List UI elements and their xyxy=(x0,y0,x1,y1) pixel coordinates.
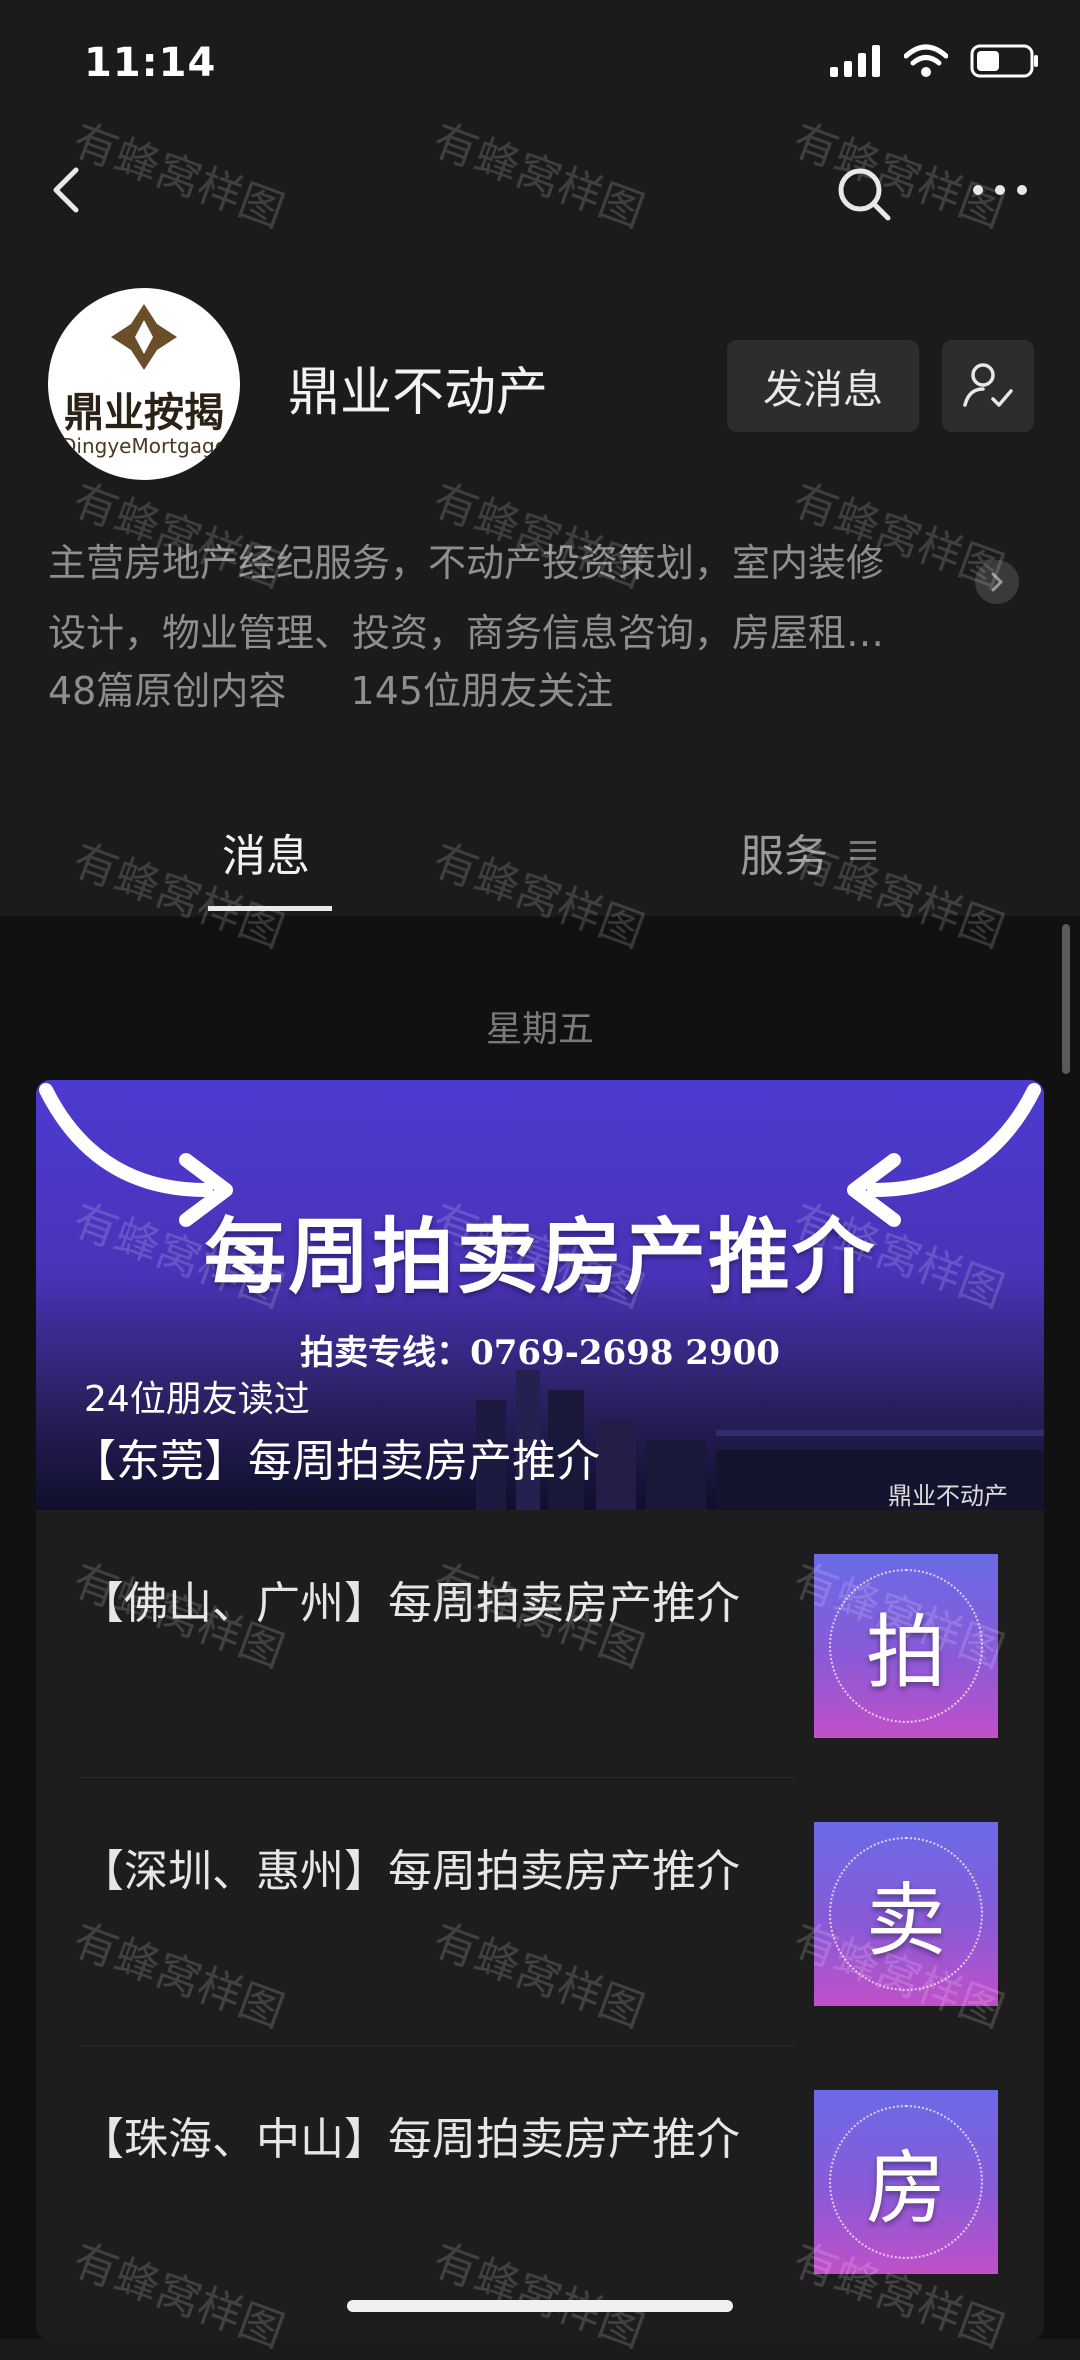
banner-phone: 拍卖专线：0769-2698 2900 xyxy=(300,1333,780,1373)
account-name: 鼎业不动产 xyxy=(288,363,549,423)
avatar[interactable]: 鼎业按揭 DingyeMortgage xyxy=(48,288,240,480)
thumbnail-char: 房 xyxy=(829,2105,983,2259)
status-icons xyxy=(830,44,1040,78)
avatar-cn-text: 鼎业按揭 xyxy=(64,390,224,436)
banner-source-watermark: 鼎业不动产 xyxy=(888,1482,1008,1510)
banner-article[interactable]: 每周拍卖房产推介 拍卖专线：0769-2698 2900 24位朋友读过 【东莞… xyxy=(36,1080,1044,1510)
banner-readers: 24位朋友读过 xyxy=(84,1379,310,1420)
intro-line-2: 设计，物业管理、投资，商务信息咨询，房屋租… xyxy=(48,611,885,655)
date-label: 星期五 xyxy=(485,1009,594,1050)
follower-count: 145位朋友关注 xyxy=(350,669,614,713)
account-stats: 48篇原创内容 145位朋友关注 xyxy=(48,660,613,715)
follow-button[interactable] xyxy=(942,340,1034,432)
avatar-en-text: DingyeMortgage xyxy=(61,434,227,458)
list-item-title: 【珠海、中山】每周拍卖房产推介 xyxy=(80,2114,740,2165)
list-item-title: 【深圳、惠州】每周拍卖房产推介 xyxy=(80,1846,740,1897)
logo-icon xyxy=(111,304,177,370)
send-message-button[interactable]: 发消息 xyxy=(727,340,919,432)
battery-icon xyxy=(970,44,1038,78)
watermark: 有蜂窝样图 xyxy=(426,114,651,238)
home-indicator[interactable] xyxy=(347,2300,733,2312)
watermark: 有蜂窝样图 xyxy=(786,114,1011,238)
signal-icon xyxy=(830,45,880,77)
wifi-icon xyxy=(904,44,948,77)
follow-icon xyxy=(963,363,1013,407)
original-count: 48篇原创内容 xyxy=(48,669,287,713)
status-time: 11:14 xyxy=(84,40,217,86)
tab-messages[interactable]: 消息 xyxy=(222,820,310,884)
banner-headline: 【东莞】每周拍卖房产推介 xyxy=(72,1436,600,1487)
